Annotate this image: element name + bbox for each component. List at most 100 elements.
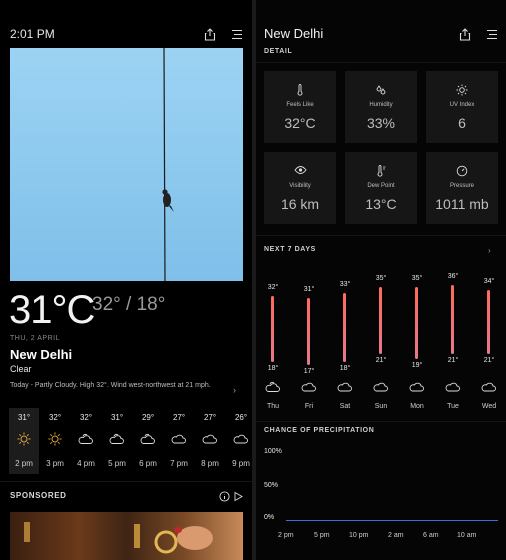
menu-icon[interactable] — [485, 27, 499, 41]
hour-item[interactable]: 32° 4 pm — [71, 408, 101, 474]
forecast-summary[interactable]: Today - Partly Cloudy. High 32°. Wind we… — [10, 381, 225, 391]
temperature-range-bar — [451, 284, 454, 354]
partly-cloudy-icon — [265, 380, 281, 394]
hour-label: 3 pm — [46, 459, 64, 468]
day-item[interactable]: 35° 19° Mon — [400, 262, 434, 420]
city-name: New Delhi — [264, 26, 324, 41]
day-name: Fri — [304, 403, 314, 410]
day-low-label: 18° — [339, 364, 351, 372]
hour-item[interactable]: 27° 7 pm — [164, 408, 194, 474]
partly-cloudy-icon — [109, 432, 125, 446]
detail-card-uv-index: UV Index 6 — [426, 71, 498, 143]
hour-label: 2 pm — [15, 459, 33, 468]
cloud-icon — [409, 380, 425, 394]
section-divider — [256, 62, 506, 63]
ad-image[interactable] — [10, 512, 243, 560]
section-divider — [0, 481, 252, 482]
hour-temperature: 27° — [172, 413, 186, 422]
hour-item[interactable]: 27° 8 pm — [195, 408, 225, 474]
temperature-range-bar — [415, 287, 418, 360]
droplets-icon — [345, 84, 417, 96]
cloud-icon — [373, 380, 389, 394]
detail-label: Dew Point — [367, 183, 395, 189]
day-item[interactable]: 35° 21° Sun — [364, 262, 398, 420]
cloud-icon — [233, 432, 249, 446]
hour-label: 4 pm — [77, 459, 95, 468]
detail-value: 32°C — [284, 115, 316, 131]
cloud-icon — [202, 432, 218, 446]
hourly-forecast[interactable]: 31° 2 pm 32° 3 pm 32° 4 pm 31° 5 pm 29° … — [9, 408, 252, 474]
hour-temperature: 27° — [203, 413, 217, 422]
dew-thermometer-icon — [345, 165, 417, 177]
precip-time-label: 2 pm — [278, 532, 294, 539]
city-name: New Delhi — [10, 347, 73, 362]
hour-item[interactable]: 26° 9 pm — [226, 408, 252, 474]
partly-cloudy-icon — [140, 432, 156, 446]
temperature-range-bar — [271, 295, 274, 362]
detail-value: 1011 mb — [435, 196, 489, 212]
hour-item[interactable]: 32° 3 pm — [40, 408, 70, 474]
precip-time-label: 10 am — [457, 532, 477, 539]
low-temperature: 18° — [136, 294, 166, 315]
detail-value: 16 km — [280, 196, 320, 212]
high-low-temperature: 32° / 18° — [92, 294, 165, 316]
sponsored-label: SPONSORED — [10, 491, 67, 500]
menu-icon[interactable] — [230, 27, 244, 41]
hour-item[interactable]: 29° 6 pm — [133, 408, 163, 474]
condition-text: Clear — [10, 364, 32, 374]
detail-value: 33% — [366, 115, 396, 131]
hour-label: 6 pm — [139, 459, 157, 468]
hour-label: 7 pm — [170, 459, 188, 468]
seven-day-forecast[interactable]: 32° 18° Thu 31° 17° Fri 33° 18° Sat 35° 21° Sun 35° 1… — [256, 262, 506, 420]
section-divider — [256, 421, 506, 422]
partly-cloudy-icon — [78, 432, 94, 446]
info-icon[interactable] — [217, 489, 231, 503]
high-low-separator: / — [120, 294, 137, 315]
day-low-label: 21° — [483, 356, 495, 364]
sun-icon — [47, 432, 63, 446]
hour-item[interactable]: 31° 2 pm — [9, 408, 39, 474]
cloud-icon — [337, 380, 353, 394]
share-icon[interactable] — [458, 27, 472, 41]
precip-axis-label: 50% — [264, 482, 279, 489]
hour-temperature: 26° — [234, 413, 248, 422]
day-name: Thu — [266, 403, 280, 410]
day-item[interactable]: 36° 21° Tue — [436, 262, 470, 420]
day-low-label: 21° — [375, 356, 387, 364]
section-divider — [256, 235, 506, 236]
ad-choices-icon[interactable] — [231, 489, 245, 503]
cloud-icon — [171, 432, 187, 446]
day-high-label: 32° — [267, 283, 279, 291]
eye-icon — [264, 165, 336, 175]
day-name: Mon — [410, 403, 424, 410]
day-item[interactable]: 31° 17° Fri — [292, 262, 326, 420]
hour-temperature: 31° — [17, 413, 31, 422]
day-name: Sun — [374, 403, 388, 410]
hour-temperature: 29° — [141, 413, 155, 422]
detail-label: Humidity — [369, 102, 393, 108]
chevron-right-icon[interactable]: › — [488, 246, 491, 255]
detail-card-dew-point: Dew Point 13°C — [345, 152, 417, 224]
current-date: THU, 2 APRIL — [10, 335, 60, 342]
thermometer-icon — [264, 84, 336, 96]
day-high-label: 33° — [339, 280, 351, 288]
day-low-label: 18° — [267, 364, 279, 372]
day-name: Sat — [339, 403, 351, 410]
sun-icon — [426, 84, 498, 96]
hour-temperature: 32° — [48, 413, 62, 422]
day-item[interactable]: 33° 18° Sat — [328, 262, 362, 420]
chevron-right-icon[interactable]: › — [233, 385, 236, 395]
day-item[interactable]: 34° 21° Wed — [472, 262, 506, 420]
temperature-range-bar — [487, 290, 490, 354]
cloud-icon — [301, 380, 317, 394]
precip-axis-label: 100% — [264, 448, 282, 455]
day-name: Tue — [447, 403, 459, 410]
share-icon[interactable] — [203, 27, 217, 41]
temperature-range-bar — [343, 292, 346, 362]
next-7-days-title[interactable]: NEXT 7 DAYS — [264, 246, 316, 253]
day-item[interactable]: 32° 18° Thu — [256, 262, 290, 420]
day-low-label: 17° — [303, 367, 315, 375]
day-high-label: 35° — [411, 275, 423, 283]
hour-item[interactable]: 31° 5 pm — [102, 408, 132, 474]
hour-temperature: 32° — [79, 413, 93, 422]
